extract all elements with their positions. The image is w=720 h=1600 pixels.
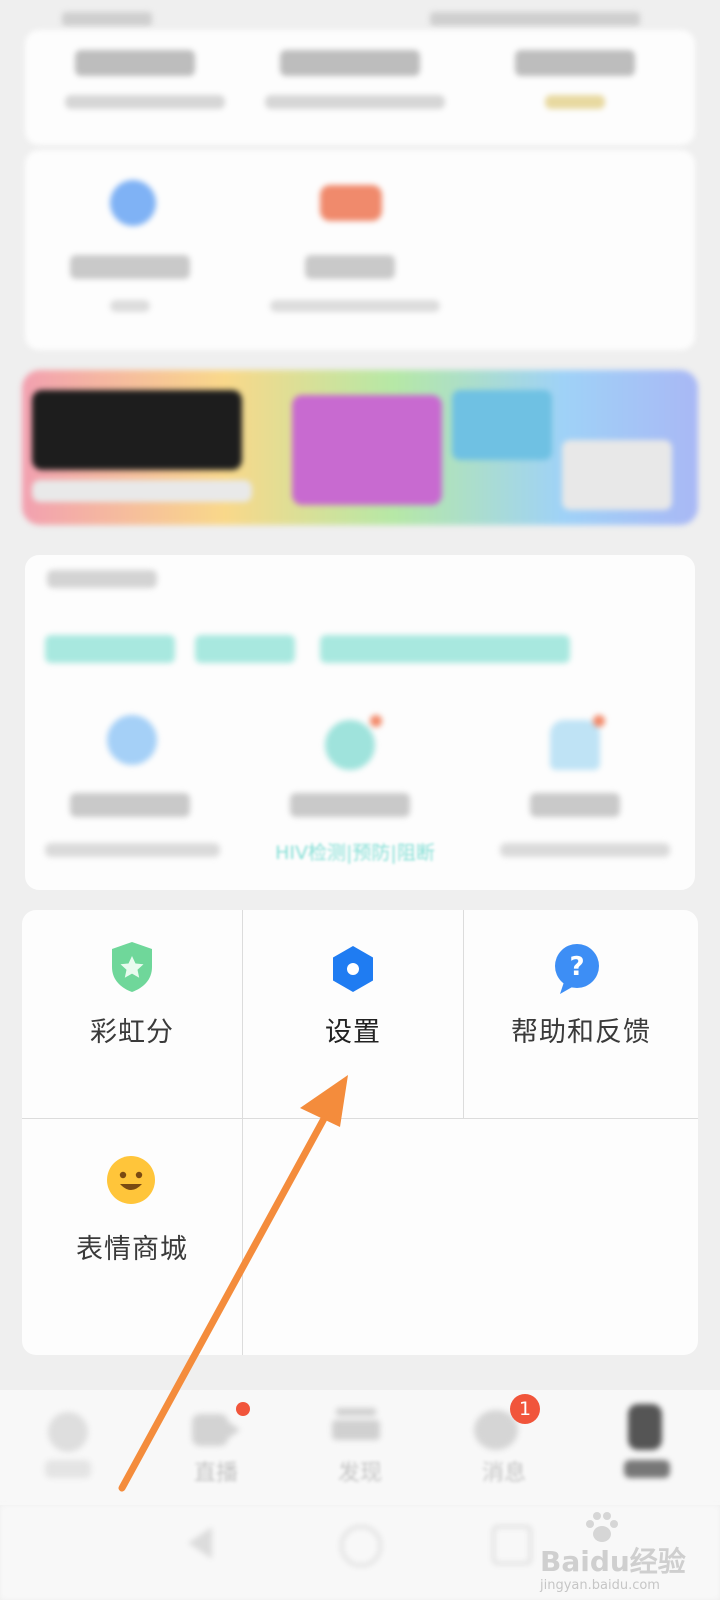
baidu-jingyan-watermark: Baidu经验 jingyan.baidu.com (540, 1510, 710, 1593)
grid-item-label: 彩虹分 (90, 1017, 174, 1048)
paw-logo-icon (586, 1512, 618, 1542)
grid-item-label: 帮助和反馈 (511, 1017, 651, 1048)
help-bubble-icon: ? (555, 944, 599, 994)
home-icon[interactable] (340, 1525, 382, 1567)
live-notification-dot (236, 1402, 250, 1416)
top-stats-card (25, 30, 695, 145)
back-icon[interactable] (188, 1527, 212, 1559)
nav-item-home[interactable] (0, 1390, 144, 1505)
svg-text:?: ? (569, 952, 584, 982)
smiley-icon (107, 1156, 155, 1204)
nav-item-messages[interactable]: 1 消息 (432, 1390, 576, 1505)
nav-item-me[interactable] (576, 1390, 720, 1505)
promo-banner[interactable] (22, 370, 698, 525)
grid-item-label: 设置 (325, 1017, 381, 1048)
function-grid: 彩虹分 设置 ? 帮助和反馈 表情商城 (22, 910, 698, 1355)
services-card: HIV检测|预防|阻断 (25, 555, 695, 890)
nav-label: 发现 (337, 1461, 382, 1486)
nav-label: 消息 (481, 1461, 526, 1486)
nav-label: 直播 (193, 1461, 238, 1486)
grid-item-help-feedback[interactable]: ? 帮助和反馈 (464, 910, 698, 1118)
recents-icon[interactable] (492, 1525, 532, 1565)
grid-item-emoji-store[interactable]: 表情商城 (22, 1119, 242, 1355)
hiv-service-subtitle: HIV检测|预防|阻断 (275, 842, 435, 864)
messages-badge: 1 (510, 1394, 540, 1424)
watermark-url: jingyan.baidu.com (540, 1578, 660, 1593)
settings-hexagon-icon (333, 946, 373, 992)
nav-item-live[interactable]: 直播 (144, 1390, 288, 1505)
bottom-nav: 直播 发现 1 消息 (0, 1390, 720, 1505)
grid-item-rainbow-score[interactable]: 彩虹分 (22, 910, 242, 1118)
grid-item-label: 表情商城 (76, 1234, 188, 1265)
nav-item-discover[interactable]: 发现 (288, 1390, 432, 1505)
grid-item-settings[interactable]: 设置 (243, 910, 463, 1118)
watermark-brand: Baidu经验 (540, 1545, 686, 1578)
shield-star-icon (112, 942, 152, 992)
feature-card (25, 150, 695, 350)
